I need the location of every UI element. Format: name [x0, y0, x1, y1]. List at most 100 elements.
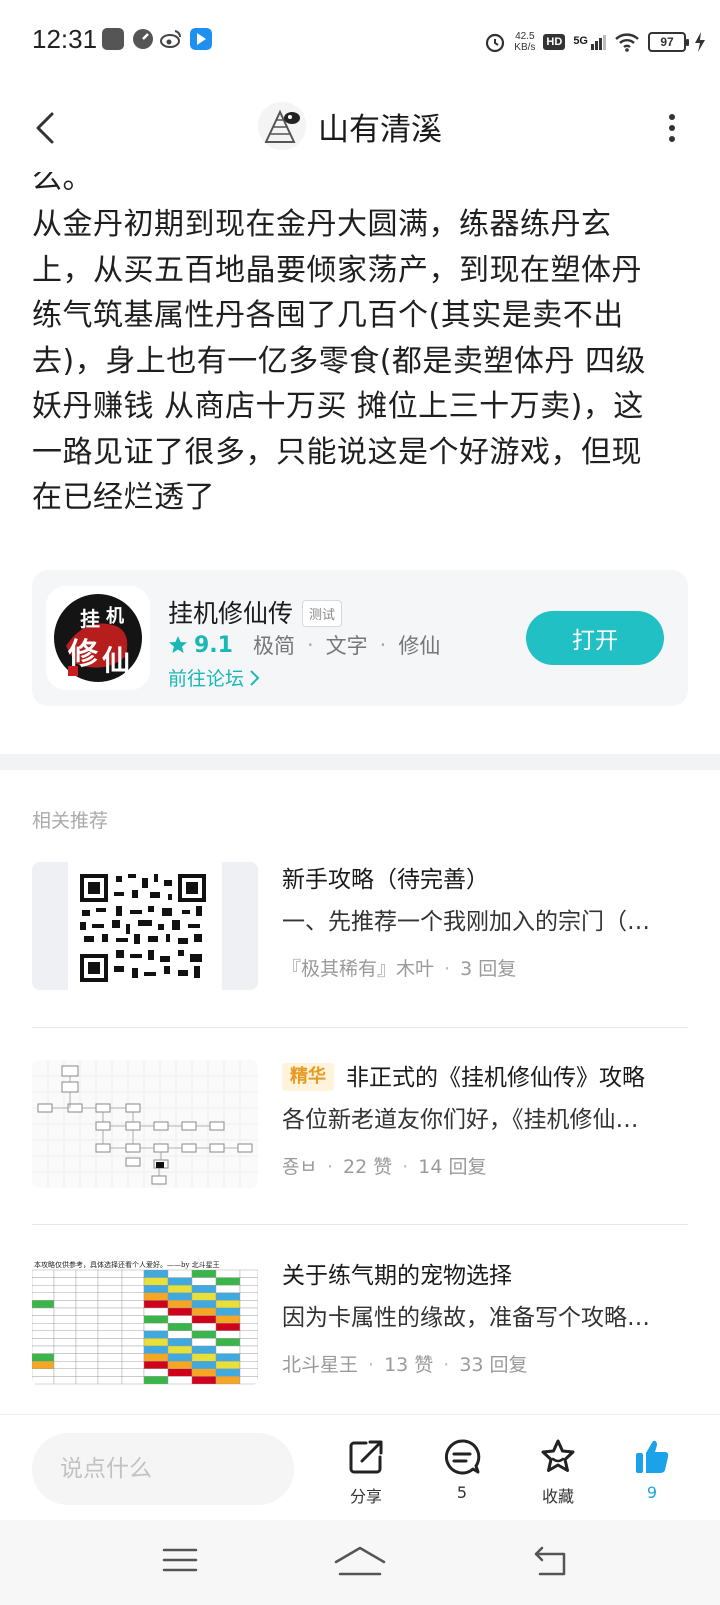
post-line: 么。: [32, 172, 692, 202]
hd-badge: HD: [543, 34, 566, 50]
spreadsheet-cell: [32, 1322, 55, 1331]
network-type: 5G: [573, 34, 588, 47]
spreadsheet-cell: [97, 1376, 123, 1385]
spreadsheet-cell: [53, 1353, 77, 1362]
spreadsheet-cell: [75, 1368, 99, 1377]
post-summary: 各位新老道友你们好，《挂机修仙…: [282, 1107, 639, 1133]
charging-icon: [695, 32, 705, 52]
system-back-icon[interactable]: [530, 1540, 570, 1580]
spreadsheet-cell: [97, 1353, 123, 1362]
spreadsheet-cell: [191, 1307, 217, 1316]
spreadsheet-cell: [239, 1285, 258, 1294]
spreadsheet-cell: [53, 1360, 77, 1369]
spreadsheet-cell: [191, 1360, 217, 1369]
spreadsheet-cell: [215, 1322, 241, 1331]
spreadsheet-cell: [167, 1368, 193, 1377]
spreadsheet-cell: [97, 1360, 123, 1369]
spreadsheet-cell: [32, 1277, 55, 1286]
net-speed-value: 42.5: [515, 31, 535, 42]
spreadsheet-cell: [121, 1300, 145, 1309]
spreadsheet-cell: [143, 1292, 169, 1301]
post-meta: 『极其稀有』木叶 · 3 回复: [282, 954, 688, 982]
favorite-button[interactable]: 收藏: [520, 1437, 596, 1517]
spreadsheet-cell: [121, 1322, 145, 1331]
section-divider: [0, 754, 720, 770]
spreadsheet-cell: [239, 1376, 258, 1385]
spreadsheet-cell: [215, 1368, 241, 1377]
spreadsheet-cell: [215, 1269, 241, 1278]
related-post-item[interactable]: 本攻略仅供参考，具体选择还看个人爱好。——by 北斗星王 关于练气期的宠物选择 …: [32, 1258, 688, 1388]
spreadsheet-cell: [191, 1345, 217, 1354]
post-title: 新手攻略（待完善）: [282, 867, 489, 893]
spreadsheet-cell: [121, 1345, 145, 1354]
post-line: 一路见证了很多，只能说这是个好游戏，但现: [32, 434, 642, 470]
post-line: 从金丹初期到现在金丹大圆满，练器练丹玄: [32, 207, 612, 242]
star-icon: [169, 636, 187, 653]
alarm-icon: [486, 33, 505, 53]
spreadsheet-cell: [121, 1353, 145, 1362]
spreadsheet-cell: [143, 1285, 169, 1294]
game-app-card[interactable]: 挂 机 修 仙 挂机修仙传 测试 9.1 极简 · 文字 · 修仙 前往论坛 打…: [32, 570, 688, 706]
more-options-icon[interactable]: [664, 110, 680, 146]
forum-link[interactable]: 前往论坛: [168, 664, 260, 691]
comment-button[interactable]: 5: [424, 1437, 500, 1517]
related-post-item[interactable]: 新手攻略（待完善） 一、先推荐一个我刚加入的宗门（… 『极其稀有』木叶 · 3 回复: [32, 862, 688, 992]
post-line: 妖丹赚钱 从商店十万买 摊位上三十万卖)，这: [32, 389, 644, 424]
svg-text:机: 机: [106, 606, 124, 627]
spreadsheet-cell: [215, 1315, 241, 1324]
spreadsheet-cell: [75, 1322, 99, 1331]
reply-count: 14 回复: [418, 1156, 487, 1178]
author-header[interactable]: 山有清溪: [258, 102, 442, 150]
post-meta: 죵ㅂ · 22 赞 · 14 回复: [282, 1152, 688, 1180]
post-thumbnail: [32, 862, 258, 990]
spreadsheet-cell: [121, 1269, 145, 1278]
post-title: 非正式的《挂机修仙传》攻略: [346, 1065, 645, 1091]
spreadsheet-cell: [143, 1315, 169, 1324]
menu-icon[interactable]: [160, 1540, 200, 1580]
spreadsheet-cell: [143, 1353, 169, 1362]
open-app-button[interactable]: 打开: [526, 611, 664, 665]
spreadsheet-cell: [143, 1269, 169, 1278]
avatar[interactable]: [258, 102, 306, 150]
page-title: 山有清溪: [318, 111, 442, 148]
reply-count: 3 回复: [460, 958, 517, 980]
spreadsheet-cell: [191, 1285, 217, 1294]
spreadsheet-cell: [143, 1345, 169, 1354]
spreadsheet-cell: [97, 1322, 123, 1331]
spreadsheet-cell: [32, 1368, 55, 1377]
gauge-icon: [133, 29, 153, 49]
spreadsheet-cell: [32, 1376, 55, 1385]
test-badge: 测试: [302, 600, 343, 627]
spreadsheet-cell: [239, 1360, 258, 1369]
spreadsheet-cell: [75, 1315, 99, 1324]
back-icon[interactable]: [24, 106, 68, 150]
spreadsheet-cell: [121, 1376, 145, 1385]
spreadsheet-cell: [75, 1277, 99, 1286]
share-button[interactable]: 分享: [328, 1437, 404, 1517]
related-post-item[interactable]: 精华 非正式的《挂机修仙传》攻略 各位新老道友你们好，《挂机修仙… 죵ㅂ · 22 赞…: [32, 1060, 688, 1190]
related-post-body: 新手攻略（待完善） 一、先推荐一个我刚加入的宗门（… 『极其稀有』木叶 · 3 回复: [282, 862, 688, 982]
system-nav-bar: [0, 1520, 720, 1605]
spreadsheet-cell: [215, 1307, 241, 1316]
spreadsheet-cell: [121, 1368, 145, 1377]
home-icon[interactable]: [330, 1540, 390, 1580]
spreadsheet-cell: [167, 1292, 193, 1301]
list-divider: [32, 1027, 688, 1028]
like-button[interactable]: 9: [614, 1437, 690, 1517]
game-app-icon[interactable]: 挂 机 修 仙: [46, 586, 150, 690]
app-name: 挂机修仙传: [168, 599, 294, 628]
spreadsheet-cell: [215, 1360, 241, 1369]
meta-separator: ·: [443, 1354, 450, 1376]
meta-separator: ·: [444, 958, 451, 980]
status-indicators: 42.5 KB/s HD 5G 97: [484, 26, 706, 58]
comment-input[interactable]: [32, 1433, 294, 1505]
status-time: 12:31: [32, 24, 98, 54]
post-line: 上，从买五百地晶要倾家荡产，到现在塑体丹: [32, 252, 642, 288]
spreadsheet-cell: [75, 1338, 99, 1347]
tag-separator: ·: [379, 633, 387, 657]
spreadsheet-cell: [239, 1322, 258, 1331]
spreadsheet-cell: [97, 1269, 123, 1278]
spreadsheet-cell: [143, 1338, 169, 1347]
spreadsheet-cell: [75, 1345, 99, 1354]
spreadsheet-cell: [53, 1269, 77, 1278]
